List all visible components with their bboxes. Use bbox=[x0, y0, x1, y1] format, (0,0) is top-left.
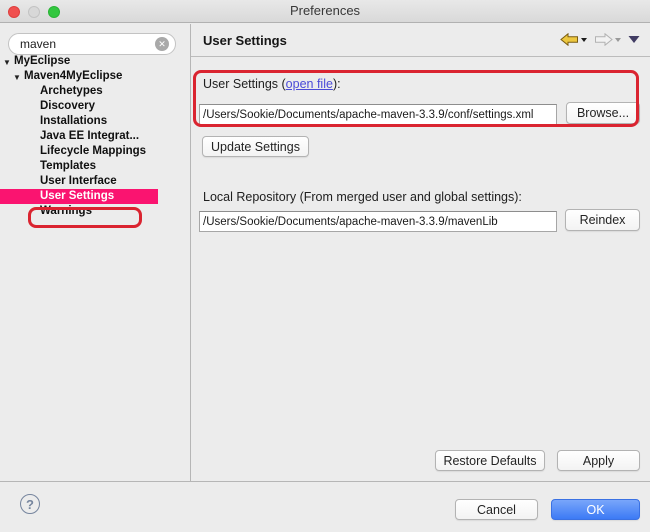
window-title: Preferences bbox=[0, 0, 650, 22]
preferences-tree: ▼ MyEclipse ▼ Maven4MyEclipse Archetypes… bbox=[0, 54, 190, 219]
sidebar-item-templates[interactable]: Templates bbox=[0, 159, 190, 174]
local-repository-path-input[interactable] bbox=[199, 211, 557, 232]
minimize-window-icon[interactable] bbox=[28, 6, 40, 18]
sidebar-item-user-settings[interactable]: User Settings bbox=[0, 189, 158, 204]
forward-dropdown-icon[interactable] bbox=[615, 38, 621, 42]
traffic-lights bbox=[8, 6, 60, 18]
forward-arrow-icon bbox=[594, 33, 613, 46]
back-dropdown-icon[interactable] bbox=[581, 38, 587, 42]
dialog-footer: ? Cancel OK bbox=[0, 481, 650, 532]
tree-item-label: User Interface bbox=[0, 175, 117, 187]
update-settings-button[interactable]: Update Settings bbox=[202, 136, 309, 157]
reindex-button[interactable]: Reindex bbox=[565, 209, 640, 231]
zoom-window-icon[interactable] bbox=[48, 6, 60, 18]
browse-button[interactable]: Browse... bbox=[566, 102, 640, 124]
page-navigation bbox=[560, 33, 640, 46]
sidebar-item-java-ee-integration[interactable]: Java EE Integrat... bbox=[0, 129, 190, 144]
user-settings-field-label: User Settings (open file): bbox=[203, 77, 341, 91]
restore-defaults-button[interactable]: Restore Defaults bbox=[435, 450, 545, 471]
page-title: User Settings bbox=[203, 33, 287, 48]
user-settings-panel: User Settings User Settings (open bbox=[191, 24, 650, 481]
disclosure-triangle-icon[interactable]: ▼ bbox=[13, 70, 23, 83]
sidebar-item-maven4myeclipse[interactable]: ▼ Maven4MyEclipse bbox=[0, 69, 190, 84]
back-arrow-icon bbox=[560, 33, 579, 46]
sidebar-item-archetypes[interactable]: Archetypes bbox=[0, 84, 190, 99]
ok-button[interactable]: OK bbox=[551, 499, 640, 520]
sidebar-item-installations[interactable]: Installations bbox=[0, 114, 190, 129]
label-prefix: User Settings ( bbox=[203, 77, 286, 91]
search-input[interactable] bbox=[20, 37, 155, 51]
sidebar-item-discovery[interactable]: Discovery bbox=[0, 99, 190, 114]
tree-item-label: Discovery bbox=[0, 100, 95, 112]
cancel-button[interactable]: Cancel bbox=[455, 499, 538, 520]
preferences-dialog: Preferences ✕ ▼ MyEclipse ▼ Maven4MyEcli… bbox=[0, 0, 650, 532]
title-bar[interactable]: Preferences bbox=[0, 0, 650, 23]
open-file-link[interactable]: open file bbox=[286, 77, 333, 91]
tree-item-label: Installations bbox=[0, 115, 107, 127]
filter-search-field[interactable]: ✕ bbox=[8, 33, 176, 55]
clear-search-icon[interactable]: ✕ bbox=[155, 37, 169, 51]
header-divider bbox=[191, 56, 650, 57]
view-menu-icon[interactable] bbox=[628, 35, 640, 44]
settings-path-input[interactable] bbox=[199, 104, 557, 125]
tree-item-label: Lifecycle Mappings bbox=[0, 145, 146, 157]
forward-button[interactable] bbox=[594, 33, 621, 46]
apply-button[interactable]: Apply bbox=[557, 450, 640, 471]
label-suffix: ): bbox=[333, 77, 341, 91]
sidebar-item-myeclipse[interactable]: ▼ MyEclipse bbox=[0, 54, 190, 69]
preferences-sidebar: ✕ ▼ MyEclipse ▼ Maven4MyEclipse Archetyp… bbox=[0, 24, 191, 481]
sidebar-item-user-interface[interactable]: User Interface bbox=[0, 174, 190, 189]
tree-item-label: Templates bbox=[0, 160, 96, 172]
back-button[interactable] bbox=[560, 33, 587, 46]
close-window-icon[interactable] bbox=[8, 6, 20, 18]
tree-item-label: User Settings bbox=[0, 190, 114, 202]
tree-item-label: Archetypes bbox=[0, 85, 103, 97]
help-icon[interactable]: ? bbox=[20, 494, 40, 514]
sidebar-item-lifecycle-mappings[interactable]: Lifecycle Mappings bbox=[0, 144, 190, 159]
local-repository-label: Local Repository (From merged user and g… bbox=[203, 190, 522, 204]
sidebar-item-warnings[interactable]: Warnings bbox=[0, 204, 190, 219]
disclosure-triangle-icon[interactable]: ▼ bbox=[3, 55, 13, 68]
tree-item-label: Java EE Integrat... bbox=[0, 130, 139, 142]
tree-item-label: Warnings bbox=[0, 205, 92, 217]
